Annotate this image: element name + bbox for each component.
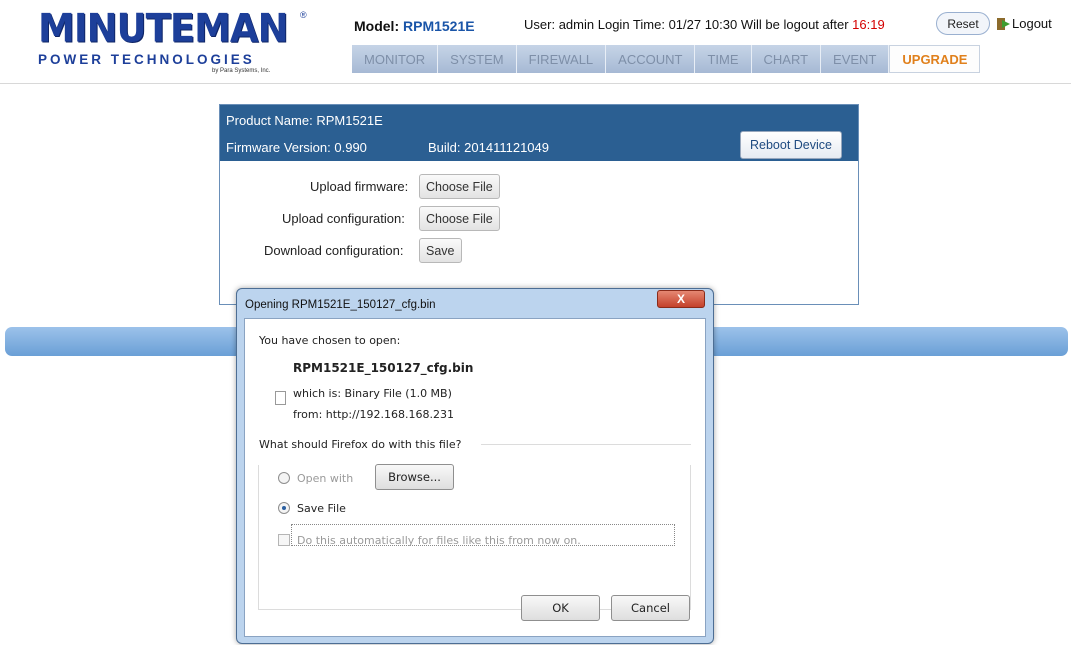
reset-button[interactable]: Reset (936, 12, 990, 35)
firmware-version-value: 0.990 (334, 140, 367, 155)
tab-system[interactable]: SYSTEM (438, 45, 517, 73)
tab-chart[interactable]: CHART (751, 45, 822, 73)
ok-button[interactable]: OK (521, 595, 600, 621)
login-time-value: 01/27 10:30 (668, 17, 738, 32)
upload-configuration-label: Upload configuration: (282, 211, 405, 226)
brand-logo: MINUTEMAN ® POWER TECHNOLOGIES by Para S… (38, 5, 308, 78)
firmware-version: Firmware Version: 0.990 (226, 140, 367, 155)
logout-label: Logout (1012, 16, 1052, 31)
main-nav: MONITOR SYSTEM FIREWALL ACCOUNT TIME CHA… (352, 45, 981, 73)
model-label: Model: (354, 18, 400, 34)
logout-countdown: 16:19 (852, 17, 885, 32)
model-value: RPM1521E (403, 18, 475, 34)
logout-countdown-label: Will be logout after (740, 17, 849, 32)
panel-header: Product Name: RPM1521E Firmware Version:… (220, 105, 858, 161)
dialog-title: Opening RPM1521E_150127_cfg.bin (245, 299, 436, 311)
file-icon (275, 391, 286, 405)
upload-firmware-label: Upload firmware: (310, 179, 409, 194)
session-info: User: admin Login Time: 01/27 10:30 Will… (524, 17, 885, 32)
reboot-device-button[interactable]: Reboot Device (740, 131, 842, 159)
action-group-frame (258, 465, 691, 610)
cancel-button[interactable]: Cancel (611, 595, 690, 621)
upload-firmware-button[interactable]: Choose File (419, 174, 500, 199)
upgrade-panel: Product Name: RPM1521E Firmware Version:… (219, 104, 859, 305)
logo-tagline: by Para Systems, Inc. (212, 68, 271, 74)
file-type-text: which is: Binary File (1.0 MB) (293, 387, 452, 400)
product-name-value: RPM1521E (316, 113, 383, 128)
build-label: Build: (428, 140, 461, 155)
model-info: Model: RPM1521E (354, 18, 475, 34)
login-time-label: Login Time: (597, 17, 665, 32)
download-configuration-save-button[interactable]: Save (419, 238, 462, 263)
action-question: What should Firefox do with this file? (259, 438, 462, 451)
build-value: 201411121049 (464, 140, 549, 155)
file-open-dialog: Opening RPM1521E_150127_cfg.bin X You ha… (236, 288, 714, 644)
user-label: User: (524, 17, 556, 32)
divider (481, 444, 691, 445)
firmware-version-label: Firmware Version: (226, 140, 331, 155)
logo-subtitle: POWER TECHNOLOGIES (38, 52, 255, 67)
product-name-label: Product Name: (226, 113, 313, 128)
chosen-to-open-text: You have chosen to open: (259, 334, 401, 347)
dialog-body: You have chosen to open: RPM1521E_150127… (244, 318, 706, 637)
logo-registered-mark: ® (300, 10, 307, 20)
tab-event[interactable]: EVENT (821, 45, 890, 73)
tab-monitor[interactable]: MONITOR (352, 45, 439, 73)
logout-link[interactable]: Logout (996, 16, 1052, 31)
tab-account[interactable]: ACCOUNT (606, 45, 696, 73)
close-icon[interactable]: X (657, 290, 705, 308)
file-source-text: from: http://192.168.168.231 (293, 408, 454, 421)
user-value: admin (558, 17, 595, 32)
header: MINUTEMAN ® POWER TECHNOLOGIES by Para S… (0, 0, 1071, 84)
upload-configuration-button[interactable]: Choose File (419, 206, 500, 231)
build-info: Build: 201411121049 (428, 140, 549, 155)
file-name: RPM1521E_150127_cfg.bin (293, 361, 474, 375)
product-name: Product Name: RPM1521E (226, 113, 383, 128)
tab-time[interactable]: TIME (695, 45, 752, 73)
tab-firewall[interactable]: FIREWALL (516, 45, 607, 73)
tab-upgrade[interactable]: UPGRADE (889, 45, 981, 73)
download-configuration-label: Download configuration: (264, 243, 404, 258)
logo-wordmark: MINUTEMAN (38, 5, 289, 52)
logout-icon (996, 17, 1010, 31)
